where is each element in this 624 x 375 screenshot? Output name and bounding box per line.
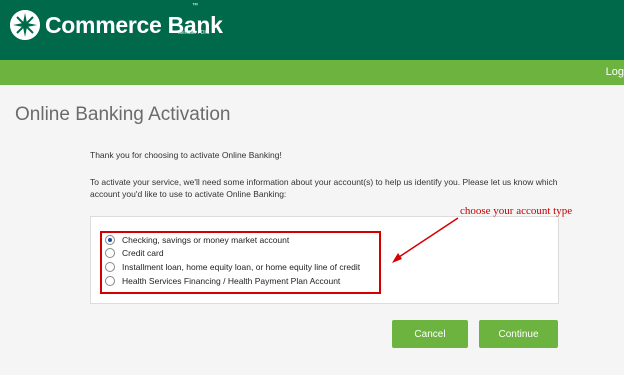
- cancel-button[interactable]: Cancel: [392, 320, 468, 348]
- annotation-arrow-icon: [392, 217, 459, 263]
- continue-button[interactable]: Continue: [479, 320, 558, 348]
